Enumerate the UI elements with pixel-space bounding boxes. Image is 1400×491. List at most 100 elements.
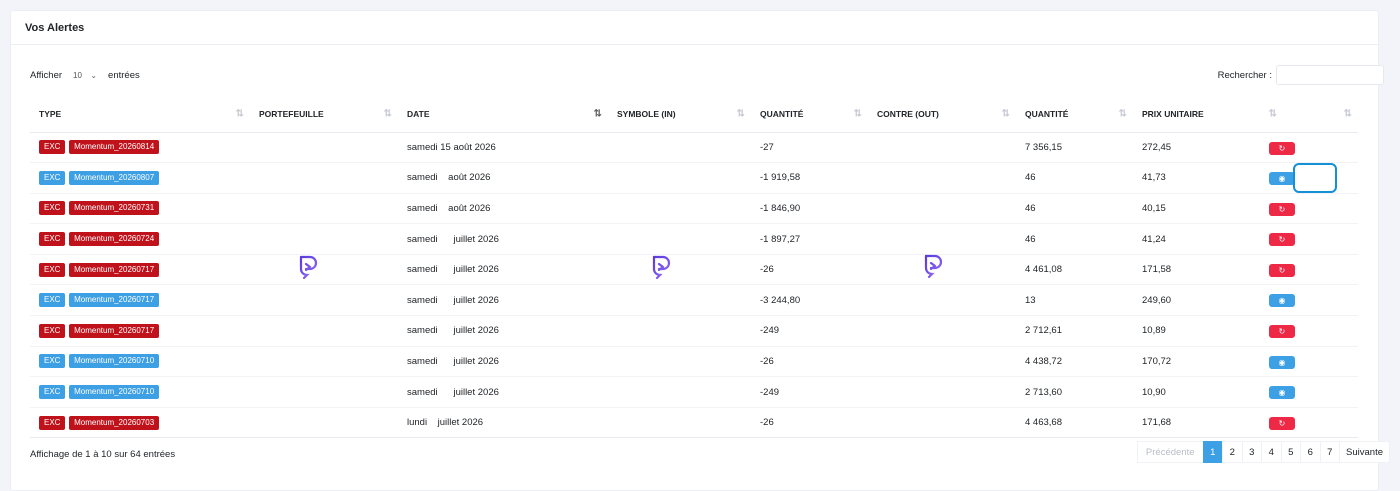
view-button[interactable]: ◉ [1269,355,1295,369]
unit-price-cell: 41,73 [1133,162,1283,194]
focus-ring [1293,163,1337,193]
contre-out-cell [868,315,1016,347]
contre-out-cell [868,284,1016,317]
date-cell: samedi août 2026 [398,193,608,225]
table-row: EXC Momentum_20260731 samedi août 2026 -1 … [30,193,1358,225]
undo-button[interactable]: ↻ [1269,325,1295,339]
column-header-1[interactable]: PORTEFEUILLE ⇅ [250,96,398,133]
contre-out-logo-icon [924,254,943,279]
table-row: EXC Momentum_20260814 samedi 15 août 2026… [30,132,1358,164]
column-header-7[interactable]: PRIX UNITAIRE ⇅ [1133,96,1283,133]
sort-icon: ⇅ [383,108,393,120]
alert-name-badge[interactable]: Momentum_20260731 [69,201,160,216]
alert-name-badge[interactable]: Momentum_20260807 [69,170,160,185]
pagination-page-7[interactable]: 7 [1319,441,1341,463]
table-header-row: TYPE ⇅ PORTEFEUILLE ⇅ DATE ⇅ SYMBOLE (IN) ⇅ QUAN… [30,96,1358,133]
undo-icon: ↻ [1278,235,1286,245]
column-label: CONTRE (OUT) [877,108,939,119]
eye-icon: ◉ [1278,296,1286,306]
alert-name-badge[interactable]: Momentum_20260710 [69,354,160,369]
sort-icon: ⇅ [1268,108,1278,120]
column-header-4[interactable]: QUANTITÉ ⇅ [751,96,868,133]
column-label: PRIX UNITAIRE [1142,108,1204,119]
type-badge: EXC [39,415,66,430]
portfolio-cell [250,254,398,286]
length-prefix: Afficher [30,70,63,81]
chevron-down-icon: ⌄ [90,71,98,80]
type-cell: EXC Momentum_20260731 [30,193,250,225]
sort-icon: ⇅ [1001,108,1011,120]
action-cell: ↻ [1269,407,1358,439]
alert-name-badge[interactable]: Momentum_20260717 [69,323,160,338]
type-badge: EXC [39,323,66,338]
contre-out-cell [868,193,1016,225]
pagination-page-1[interactable]: 1 [1202,441,1224,463]
portfolio-cell [250,223,398,255]
pagination-page-4[interactable]: 4 [1261,441,1282,463]
type-cell: EXC Momentum_20260717 [30,284,250,317]
page-length-select[interactable]: 10 ⌄ [68,67,103,84]
symbol-in-cell [608,284,751,317]
portfolio-cell [250,346,398,378]
column-header-5[interactable]: CONTRE (OUT) ⇅ [868,96,1016,133]
column-header-3[interactable]: SYMBOLE (IN) ⇅ [608,96,751,133]
undo-button[interactable]: ↻ [1269,416,1295,430]
pagination-page-5[interactable]: 5 [1280,441,1302,463]
undo-button[interactable]: ↻ [1269,141,1295,155]
alert-name-badge[interactable]: Momentum_20260814 [69,140,160,155]
alert-name-badge[interactable]: Momentum_20260724 [69,232,160,247]
symbol-in-cell [608,132,751,164]
sort-icon: ⇅ [736,108,746,120]
pagination-previous[interactable]: Précédente [1136,441,1204,463]
quantity-in-cell: -1 846,90 [751,193,868,225]
type-cell: EXC Momentum_20260724 [30,223,250,255]
portfolio-cell [250,132,398,164]
symbol-in-logo-icon [652,255,671,280]
column-header-0[interactable]: TYPE ⇅ [30,96,250,133]
view-button[interactable]: ◉ [1269,386,1295,400]
search-input[interactable] [1276,65,1384,85]
column-header-2[interactable]: DATE ⇅ [398,96,608,133]
alert-name-badge[interactable]: Momentum_20260703 [69,415,160,430]
pagination-next[interactable]: Suivante [1339,441,1390,463]
quantity-out-cell: 7 356,15 [1016,132,1133,164]
quantity-in-cell: -249 [751,315,868,347]
column-label: DATE [407,108,430,119]
alert-name-badge[interactable]: Momentum_20260717 [69,262,160,277]
unit-price-cell: 41,24 [1133,223,1283,255]
pagination-page-3[interactable]: 3 [1241,441,1263,463]
action-cell: ◉ [1269,376,1358,408]
quantity-out-cell: 2 712,61 [1016,315,1133,347]
column-header-8[interactable]: ⇅ [1283,96,1358,133]
contre-out-cell [868,223,1016,255]
contre-out-cell [868,376,1016,408]
sort-icon: ⇅ [1343,108,1353,120]
card-header: Vos Alertes [11,11,1378,45]
length-suffix: entrées [108,70,140,81]
table-row: EXC Momentum_20260717 samedi juillet 2026… [30,254,1358,286]
undo-button[interactable]: ↻ [1269,202,1295,216]
column-header-6[interactable]: QUANTITÉ ⇅ [1016,96,1133,133]
undo-button[interactable]: ↻ [1269,263,1295,277]
date-cell: samedi juillet 2026 [398,346,608,378]
page-length-control: Afficher 10 ⌄ entrées [30,67,140,84]
undo-button[interactable]: ↻ [1269,233,1295,247]
portfolio-cell [250,315,398,347]
action-cell: ↻ [1269,223,1358,255]
pagination-page-6[interactable]: 6 [1300,441,1321,463]
alert-name-badge[interactable]: Momentum_20260710 [69,385,160,400]
alert-name-badge[interactable]: Momentum_20260717 [69,293,160,308]
portfolio-cell [250,162,398,194]
view-button[interactable]: ◉ [1269,172,1295,186]
undo-icon: ↻ [1278,204,1286,214]
date-cell: samedi juillet 2026 [398,254,608,286]
pagination-page-2[interactable]: 2 [1222,441,1243,463]
undo-icon: ↻ [1278,265,1286,275]
contre-out-cell [868,162,1016,194]
unit-price-cell: 40,15 [1133,193,1283,225]
type-badge: EXC [39,170,66,185]
view-button[interactable]: ◉ [1269,294,1295,308]
quantity-out-cell: 2 713,60 [1016,376,1133,408]
type-cell: EXC Momentum_20260710 [30,346,250,378]
action-cell: ↻ [1269,254,1358,286]
